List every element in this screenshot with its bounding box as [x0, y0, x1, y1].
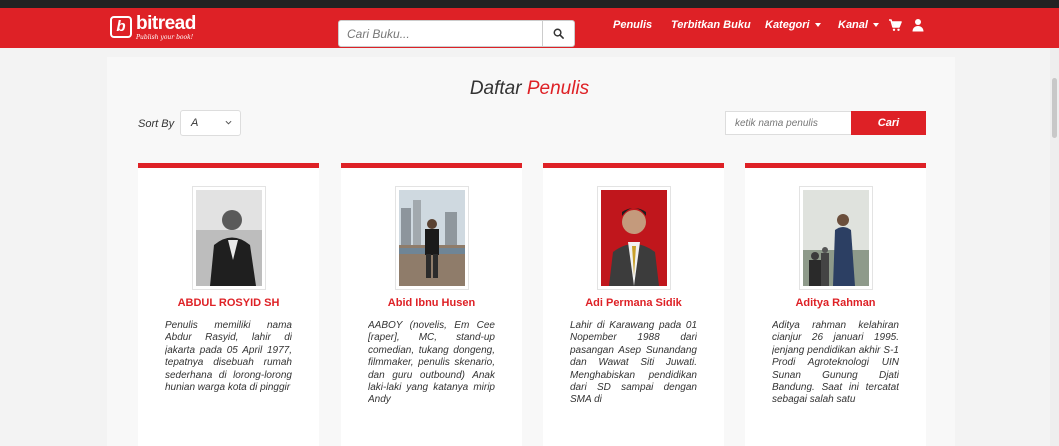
- author-photo[interactable]: [799, 186, 873, 290]
- author-name[interactable]: Abid Ibnu Husen: [341, 297, 522, 309]
- author-search-button[interactable]: Cari: [851, 111, 926, 135]
- search-icon: [553, 28, 564, 39]
- author-name[interactable]: Aditya Rahman: [745, 297, 926, 309]
- author-card[interactable]: ABDUL ROSYID SH Penulis memiliki nama Ab…: [138, 163, 319, 446]
- nav-kategori-label: Kategori: [765, 19, 810, 31]
- author-photo-image: [399, 190, 465, 286]
- nav-kanal-dropdown[interactable]: Kanal: [838, 19, 879, 31]
- author-bio: Lahir di Karawang pada 01 Nopember 1988 …: [570, 320, 697, 406]
- author-bio: Aditya rahman kelahiran cianjur 26 janua…: [772, 320, 899, 406]
- chevron-down-icon: [225, 120, 232, 125]
- author-bio: Penulis memiliki nama Abdur Rasyid, lahi…: [165, 320, 292, 394]
- brand-name: bitread: [136, 13, 196, 34]
- nav-kanal-label: Kanal: [838, 19, 868, 31]
- author-bio: AABOY (novelis, Em Cee [raper], MC, stan…: [368, 320, 495, 406]
- nav-kategori-dropdown[interactable]: Kategori: [765, 19, 821, 31]
- book-search: [338, 20, 575, 47]
- author-name[interactable]: ABDUL ROSYID SH: [138, 297, 319, 309]
- sort-select-value: A: [191, 117, 199, 129]
- book-search-input[interactable]: [339, 21, 543, 46]
- top-dark-strip: [0, 0, 1059, 8]
- scrollbar-thumb[interactable]: [1052, 78, 1057, 138]
- book-search-button[interactable]: [542, 21, 574, 46]
- author-search-input[interactable]: [725, 111, 852, 135]
- page-title-accent: Penulis: [526, 78, 590, 99]
- author-photo[interactable]: [395, 186, 469, 290]
- author-photo[interactable]: [192, 186, 266, 290]
- author-photo-image: [196, 190, 262, 286]
- author-card[interactable]: Aditya Rahman Aditya rahman kelahiran ci…: [745, 163, 926, 446]
- author-card[interactable]: Abid Ibnu Husen AABOY (novelis, Em Cee […: [341, 163, 522, 446]
- nav-terbitkan-buku[interactable]: Terbitkan Buku: [671, 19, 751, 31]
- brand-tagline: Publish your book!: [136, 34, 194, 41]
- user-icon[interactable]: [911, 18, 925, 32]
- sort-by-label: Sort By: [138, 118, 175, 130]
- brand-logo[interactable]: b bitread Publish your book!: [110, 13, 200, 43]
- caret-down-icon: [814, 23, 821, 28]
- sort-select[interactable]: A: [180, 110, 241, 136]
- author-card[interactable]: Adi Permana Sidik Lahir di Karawang pada…: [543, 163, 724, 446]
- page-scrollbar[interactable]: [1050, 48, 1059, 446]
- cart-icon[interactable]: [888, 18, 902, 32]
- author-photo-image: [803, 190, 869, 286]
- author-name[interactable]: Adi Permana Sidik: [543, 297, 724, 309]
- author-photo[interactable]: [597, 186, 671, 290]
- page-title: Daftar Penulis: [0, 78, 1059, 100]
- navbar: b bitread Publish your book! Penulis Ter…: [0, 8, 1059, 48]
- author-photo-image: [601, 190, 667, 286]
- nav-penulis[interactable]: Penulis: [613, 19, 652, 31]
- caret-down-icon: [872, 23, 879, 28]
- logo-mark-icon: b: [110, 16, 132, 38]
- page-title-text: Daftar: [469, 78, 527, 99]
